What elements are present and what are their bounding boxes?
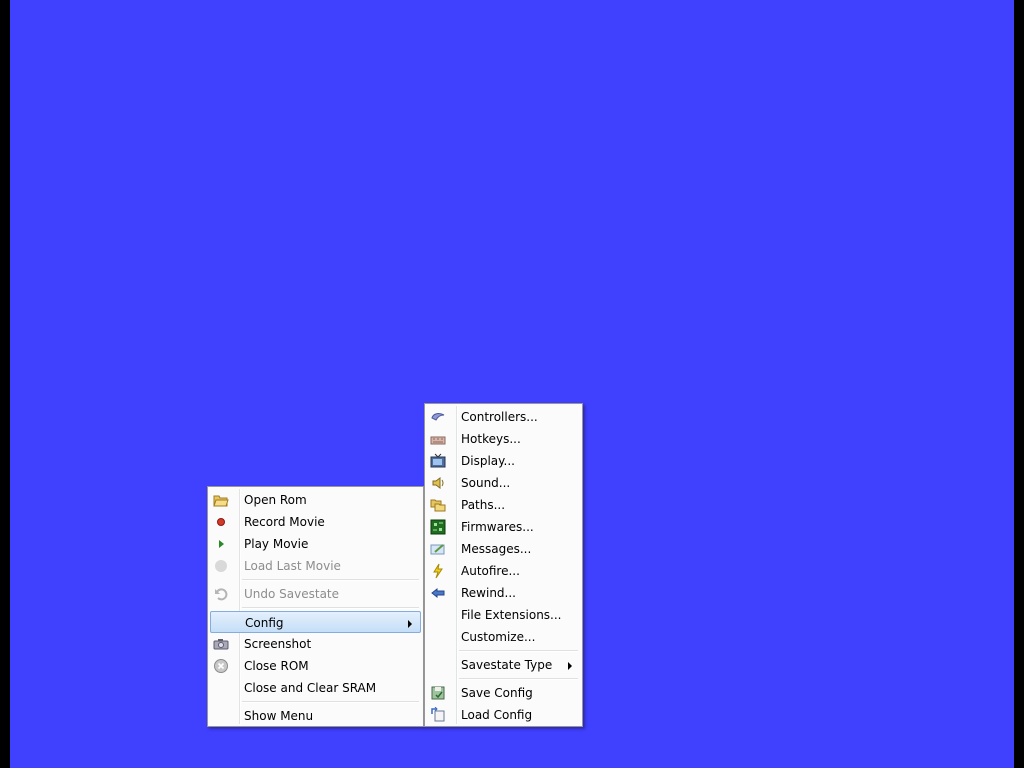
speaker-icon — [430, 475, 446, 491]
submenu-item-load-config[interactable]: Load Config — [427, 704, 580, 726]
config-submenu: Controllers... Hotkeys... Display... Sou… — [424, 403, 583, 727]
submenu-item-controllers[interactable]: Controllers... — [427, 406, 580, 428]
message-icon — [430, 541, 446, 557]
menu-item-config[interactable]: Config — [210, 611, 421, 633]
lightning-icon — [430, 563, 446, 579]
submenu-item-messages[interactable]: Messages... — [427, 538, 580, 560]
menu-item-record-movie[interactable]: Record Movie — [210, 511, 421, 533]
tv-icon — [430, 453, 446, 469]
submenu-item-rewind[interactable]: Rewind... — [427, 582, 580, 604]
context-menu: Open Rom Record Movie Play Movie Load La… — [207, 486, 424, 727]
rewind-arrow-icon — [430, 585, 446, 601]
close-circle-icon — [213, 658, 229, 674]
menu-item-close-rom[interactable]: Close ROM — [210, 655, 421, 677]
submenu-item-firmwares[interactable]: Firmwares... — [427, 516, 580, 538]
camera-icon — [213, 636, 229, 652]
submenu-item-customize[interactable]: Customize... — [427, 626, 580, 648]
submenu-item-sound[interactable]: Sound... — [427, 472, 580, 494]
disabled-circle-icon — [213, 558, 229, 574]
play-icon — [213, 536, 229, 552]
menu-item-show-menu[interactable]: Show Menu — [210, 705, 421, 727]
submenu-item-display[interactable]: Display... — [427, 450, 580, 472]
submenu-item-savestate-type[interactable]: Savestate Type — [427, 654, 580, 676]
menu-item-play-movie[interactable]: Play Movie — [210, 533, 421, 555]
menu-item-close-and-clear-sram[interactable]: Close and Clear SRAM — [210, 677, 421, 699]
menu-item-screenshot[interactable]: Screenshot — [210, 633, 421, 655]
folder-open-icon — [213, 492, 229, 508]
menu-item-load-last-movie[interactable]: Load Last Movie — [210, 555, 421, 577]
record-icon — [213, 514, 229, 530]
menu-item-open-rom[interactable]: Open Rom — [210, 489, 421, 511]
save-config-icon — [430, 685, 446, 701]
submenu-item-paths[interactable]: Paths... — [427, 494, 580, 516]
submenu-item-autofire[interactable]: Autofire... — [427, 560, 580, 582]
submenu-item-save-config[interactable]: Save Config — [427, 682, 580, 704]
gamepad-icon — [430, 409, 446, 425]
submenu-item-file-extensions[interactable]: File Extensions... — [427, 604, 580, 626]
load-config-icon — [430, 707, 446, 723]
keyboard-icon — [430, 431, 446, 447]
folders-icon — [430, 497, 446, 513]
submenu-item-hotkeys[interactable]: Hotkeys... — [427, 428, 580, 450]
menu-item-undo-savestate[interactable]: Undo Savestate — [210, 583, 421, 605]
submenu-arrow-icon — [568, 662, 572, 670]
submenu-arrow-icon — [408, 620, 412, 628]
undo-icon — [213, 586, 229, 602]
chip-icon — [430, 519, 446, 535]
